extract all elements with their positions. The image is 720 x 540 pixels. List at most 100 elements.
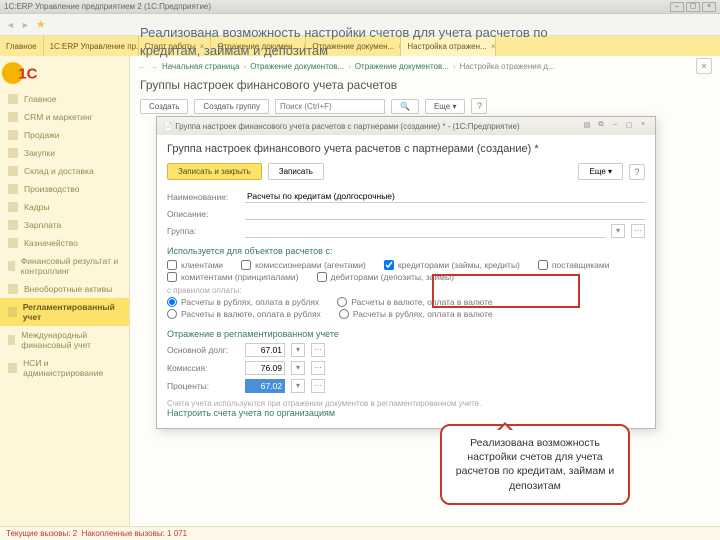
commission-input[interactable] [245, 361, 285, 375]
group-input[interactable] [245, 225, 605, 238]
sidebar-item-warehouse[interactable]: Склад и доставка [0, 162, 129, 180]
label-descr: Описание: [167, 209, 239, 219]
label-group: Группа: [167, 226, 239, 236]
sidebar-item-purchase[interactable]: Закупки [0, 144, 129, 162]
dialog-help-button[interactable]: ? [629, 164, 645, 180]
finance-icon [8, 261, 15, 271]
sidebar-item-assets[interactable]: Внеоборотные активы [0, 280, 129, 298]
dialog-max-icon[interactable]: ▢ [623, 121, 635, 131]
label-percent: Проценты: [167, 381, 239, 391]
status-current: Текущие вызовы: 2 [6, 529, 77, 538]
dialog-min-icon[interactable]: – [609, 121, 621, 131]
dialog-title: Группа настроек финансового учета расчет… [175, 122, 519, 131]
tab-refl2[interactable]: Отражение докумен...× [306, 36, 401, 56]
hr-icon [8, 202, 18, 212]
settings-dialog: 📄 Группа настроек финансового учета расч… [156, 116, 656, 429]
crumb-2[interactable]: Отражение документов... [250, 62, 344, 71]
salary-icon [8, 220, 18, 230]
sidebar-item-hr[interactable]: Кадры [0, 198, 129, 216]
percent-input[interactable] [245, 379, 285, 393]
intl-icon [8, 335, 15, 345]
sidebar-item-salary[interactable]: Зарплата [0, 216, 129, 234]
sidebar-item-regaccount[interactable]: Регламентированный учет [0, 298, 129, 326]
ck-commitents[interactable]: комитентами (принципалами) [167, 272, 299, 282]
dialog-more-button[interactable]: Еще ▾ [578, 163, 623, 180]
tab-start[interactable]: Старт работы× [139, 36, 212, 56]
maximize-button[interactable]: ▢ [686, 2, 700, 12]
crumb-current: Настройка отражения д... [460, 62, 555, 71]
production-icon [8, 184, 18, 194]
dialog-calc-icon[interactable]: ▤ [581, 121, 593, 131]
warehouse-icon [8, 166, 18, 176]
close-button[interactable]: × [702, 2, 716, 12]
crumb-3[interactable]: Отражение документов... [355, 62, 449, 71]
sidebar-item-production[interactable]: Производство [0, 180, 129, 198]
label-commission: Комиссия: [167, 363, 239, 373]
sidebar-item-crm[interactable]: CRM и маркетинг [0, 108, 129, 126]
more-button[interactable]: Еще ▾ [425, 99, 466, 114]
sidebar-item-sales[interactable]: Продажи [0, 126, 129, 144]
back-icon[interactable]: ← [138, 62, 146, 71]
top-toolbar: ◄ ► ★ [0, 14, 720, 36]
nsi-icon [8, 363, 17, 373]
comm-open-icon[interactable]: ⋯ [311, 361, 325, 375]
sidebar-item-intl[interactable]: Международный финансовый учет [0, 326, 129, 354]
forward-icon[interactable]: → [150, 62, 158, 71]
sidebar-item-treasury[interactable]: Казначейство [0, 234, 129, 252]
regaccount-icon [8, 307, 17, 317]
dialog-pin-icon[interactable]: ⧉ [595, 121, 607, 131]
tab-settings[interactable]: Настройка отражен...× [401, 36, 496, 56]
main-dd-icon[interactable]: ▾ [291, 343, 305, 357]
svg-text:1С: 1С [18, 65, 37, 82]
sidebar-item-finresult[interactable]: Финансовый результат и контроллинг [0, 252, 129, 280]
window-title: 1С:ERP Управление предприятием 2 (1С:Пре… [4, 2, 211, 11]
crumb-home[interactable]: Начальная страница [162, 62, 239, 71]
minimize-button[interactable]: – [670, 2, 684, 12]
ck-debtors[interactable]: дебиторами (депозиты, займы) [317, 272, 454, 282]
sidebar-item-nsi[interactable]: НСИ и администрирование [0, 354, 129, 382]
close-page-button[interactable]: × [696, 58, 712, 74]
descr-input[interactable] [245, 207, 645, 220]
tab-erp[interactable]: 1С:ERP Управление пр...× [44, 36, 139, 56]
rd-vr[interactable]: Расчеты в валюте, оплата в рублях [167, 309, 321, 319]
favorite-icon[interactable]: ★ [36, 18, 46, 31]
ck-commissioners[interactable]: комиссионерами (агентами) [241, 260, 366, 270]
rd-rv[interactable]: Расчеты в рублях, оплата в валюте [339, 309, 493, 319]
treasury-icon [8, 238, 18, 248]
org-accounts-link[interactable]: Настроить счета учета по организациям [167, 408, 335, 418]
tab-refl1[interactable]: Отражение докумен...× [211, 36, 306, 56]
back-icon[interactable]: ◄ [6, 20, 15, 30]
group-open-icon[interactable]: ⋯ [631, 224, 645, 238]
ck-clients[interactable]: клиентами [167, 260, 223, 270]
name-input[interactable] [245, 190, 645, 203]
pct-open-icon[interactable]: ⋯ [311, 379, 325, 393]
tab-main[interactable]: Главное [0, 36, 44, 56]
hint-text: Счета учета используются при отражении д… [167, 395, 645, 408]
rd-rr[interactable]: Расчеты в рублях, оплата в рублях [167, 297, 319, 307]
ck-creditors[interactable]: кредиторами (займы, кредиты) [384, 260, 520, 270]
crm-icon [8, 112, 18, 122]
help-button[interactable]: ? [471, 98, 487, 114]
main-debt-input[interactable] [245, 343, 285, 357]
status-bar: Текущие вызовы: 2 Накопленные вызовы: 1 … [0, 526, 720, 540]
comm-dd-icon[interactable]: ▾ [291, 361, 305, 375]
forward-icon[interactable]: ► [21, 20, 30, 30]
page-title: Группы настроек финансового учета расчет… [130, 76, 720, 98]
create-group-button[interactable]: Создать группу [194, 99, 269, 114]
payment-radios: Расчеты в рублях, оплата в рублях Расчет… [167, 295, 645, 323]
ck-suppliers[interactable]: поставщиками [538, 260, 610, 270]
main-open-icon[interactable]: ⋯ [311, 343, 325, 357]
tabstrip: Главное 1С:ERP Управление пр...× Старт р… [0, 36, 720, 56]
save-button[interactable]: Записать [268, 163, 324, 180]
assets-icon [8, 284, 18, 294]
create-button[interactable]: Создать [140, 99, 188, 114]
dialog-close-icon[interactable]: × [637, 121, 649, 131]
folder-icon: 📄 [163, 122, 173, 131]
save-close-button[interactable]: Записать и закрыть [167, 163, 262, 180]
search-input[interactable] [275, 99, 385, 114]
rd-vv[interactable]: Расчеты в валюте, оплата в валюте [337, 297, 492, 307]
pct-dd-icon[interactable]: ▾ [291, 379, 305, 393]
group-dropdown-icon[interactable]: ▾ [611, 224, 625, 238]
sidebar-item-main[interactable]: Главное [0, 90, 129, 108]
search-button[interactable]: 🔍 [391, 99, 419, 114]
